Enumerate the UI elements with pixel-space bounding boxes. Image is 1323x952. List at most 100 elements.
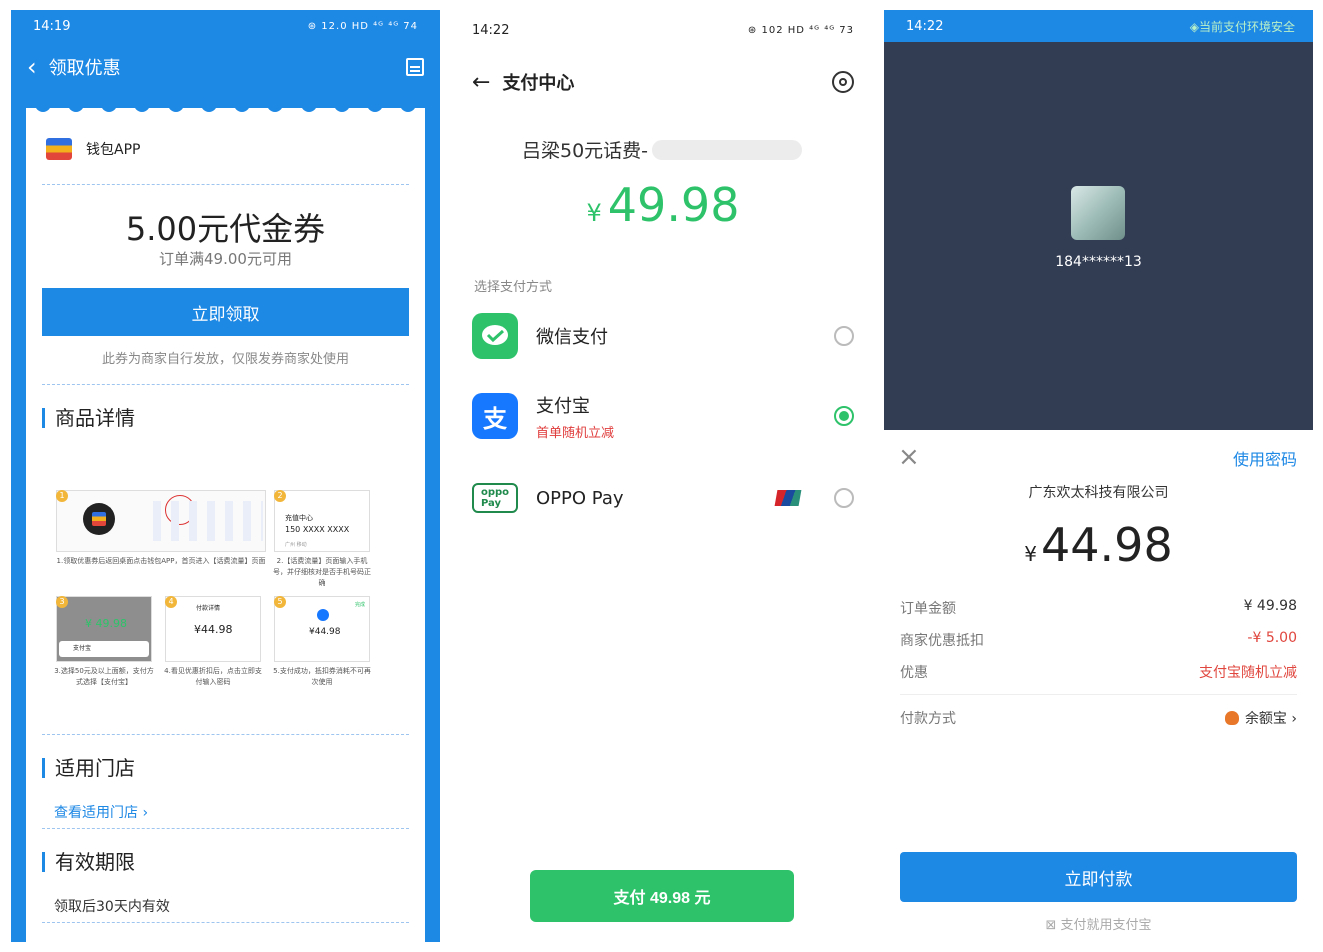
guide-price: ¥ 49.98 xyxy=(85,617,127,630)
guide-heading: 充值中心 xyxy=(285,514,313,522)
guide-caption-4: 4.看见优惠折扣后，点击立即支付输入密码 xyxy=(164,667,262,686)
guide-status: 完成 xyxy=(354,602,365,608)
guide-price: ¥44.98 xyxy=(309,627,341,637)
nav-bar: ← 支付中心 xyxy=(452,50,874,114)
payment-amount: ¥49.98 xyxy=(452,178,874,232)
method-name: 微信支付 xyxy=(536,327,608,348)
payment-method-alipay[interactable]: 支 支付宝 首单随机立减 xyxy=(472,386,854,446)
validity-text: 领取后30天内有效 xyxy=(54,899,170,915)
guide-caption-2: 2.【话费流量】页面输入手机号，并仔细核对是否手机号码正确 xyxy=(273,557,371,587)
oppo-pay-icon: oppo Pay xyxy=(472,483,518,513)
status-bar: 14:22 ◈当前支付环境安全 xyxy=(884,10,1313,42)
payment-method-wechat[interactable]: 微信支付 xyxy=(472,306,854,366)
radio-wechat[interactable] xyxy=(834,326,854,346)
guide-price: ¥44.98 xyxy=(194,623,233,636)
guide-step-5: 5 完成 ¥44.98 xyxy=(274,596,370,662)
status-bar: 14:22 ⊛ 102 HD ⁴ᴳ ⁴ᴳ 73 xyxy=(452,10,874,50)
section-title-stores: 适用门店 xyxy=(42,758,135,778)
footer-brand: ⊠ 支付就用支付宝 xyxy=(884,914,1313,933)
radio-alipay[interactable] xyxy=(834,406,854,426)
divider xyxy=(42,184,409,185)
guide-step-4: 4 付款详情 ¥44.98 xyxy=(165,596,261,662)
footer-text: 支付就用支付宝 xyxy=(1060,918,1152,933)
amount-value: 44.98 xyxy=(1041,518,1173,572)
alipay-icon xyxy=(317,609,329,621)
divider xyxy=(42,922,409,923)
status-time: 14:22 xyxy=(472,22,510,38)
section-title-validity: 有效期限 xyxy=(42,852,135,872)
status-bar: 14:19 ⊛ 12.0 HD ⁴ᴳ ⁴ᴳ 74 xyxy=(11,10,440,42)
status-time: 14:22 xyxy=(906,18,944,34)
step-number: 2 xyxy=(274,490,286,502)
method-section-label: 选择支付方式 xyxy=(474,280,553,295)
coupon-screen: 14:19 ⊛ 12.0 HD ⁴ᴳ ⁴ᴳ 74 ‹ 领取优惠 钱包APP 5.… xyxy=(11,10,440,942)
currency-symbol: ¥ xyxy=(586,199,602,227)
product-name: 吕梁50元话费- xyxy=(522,136,803,163)
background-overlay: 14:22 ◈当前支付环境安全 184******13 xyxy=(884,10,1313,430)
pay-method-value: 余额宝 › xyxy=(1244,711,1297,727)
secure-text: 当前支付环境安全 xyxy=(1198,19,1295,34)
settings-icon[interactable] xyxy=(832,71,854,93)
row-value: ¥ 49.98 xyxy=(1243,598,1297,614)
row-value: -¥ 5.00 xyxy=(1247,630,1297,646)
pay-button[interactable]: 支付 49.98 元 xyxy=(530,870,794,922)
step-number: 3 xyxy=(56,596,68,608)
step-number: 4 xyxy=(165,596,177,608)
merchant-discount-row: 商家优惠抵扣 -¥ 5.00 xyxy=(900,630,1297,650)
guide-caption-5: 5.支付成功，抵扣券消耗不可再次使用 xyxy=(273,667,371,686)
status-time: 14:19 xyxy=(33,18,71,34)
guide-heading: 付款详情 xyxy=(196,605,221,612)
view-stores-link[interactable]: 查看适用门店 › xyxy=(54,802,148,822)
pay-method-row[interactable]: 付款方式 余额宝 › xyxy=(900,708,1297,728)
promotion-row: 优惠 支付宝随机立减 xyxy=(900,662,1297,682)
payment-center-screen: 14:22 ⊛ 102 HD ⁴ᴳ ⁴ᴳ 73 ← 支付中心 吕梁50元话费- … xyxy=(452,10,874,942)
payment-amount: ¥44.98 xyxy=(884,518,1313,572)
unionpay-icon xyxy=(774,490,802,506)
wallet-app-icon xyxy=(46,138,72,160)
alipay-confirm-screen: 14:22 ◈当前支付环境安全 184******13 × 使用密码 广东欢太科… xyxy=(884,10,1313,942)
divider xyxy=(42,734,409,735)
nav-bar: ‹ 领取优惠 xyxy=(11,42,440,92)
alipay-icon: ⊠ xyxy=(1045,918,1061,933)
status-icons: ⊛ 12.0 HD ⁴ᴳ ⁴ᴳ 74 xyxy=(307,20,418,32)
coupon-note: 此券为商家自行发放，仅限发券商家处使用 xyxy=(101,352,349,367)
status-icons: ⊛ 102 HD ⁴ᴳ ⁴ᴳ 73 xyxy=(747,24,854,36)
guide-phone: 150 XXXX XXXX xyxy=(285,525,350,534)
method-name: 支付宝 xyxy=(536,395,590,417)
back-icon[interactable]: ‹ xyxy=(27,53,37,81)
close-icon[interactable]: × xyxy=(898,442,920,472)
row-value: 余额宝 › xyxy=(1224,708,1297,728)
alipay-icon: 支 xyxy=(472,393,518,439)
radio-oppo-pay[interactable] xyxy=(834,488,854,508)
secure-environment-label: ◈当前支付环境安全 xyxy=(1190,18,1295,35)
coupon-amount: 5.00元代金券 xyxy=(125,210,326,248)
card-scallop-edge xyxy=(26,96,425,112)
step-number: 1 xyxy=(56,490,68,502)
wechat-pay-icon xyxy=(472,313,518,359)
coupon-card: 钱包APP 5.00元代金券 订单满49.00元可用 立即领取 此券为商家自行发… xyxy=(26,96,425,942)
page-title: 支付中心 xyxy=(502,73,575,94)
use-password-link[interactable]: 使用密码 xyxy=(1233,446,1297,470)
step-number: 5 xyxy=(274,596,286,608)
wallet-app-icon xyxy=(83,503,115,535)
coupon-condition: 订单满49.00元可用 xyxy=(159,250,292,268)
account-number: 184******13 xyxy=(1055,254,1142,270)
divider xyxy=(42,828,409,829)
page-title: 领取优惠 xyxy=(48,58,121,79)
payment-method-oppo-pay[interactable]: oppo Pay OPPO Pay xyxy=(472,468,854,528)
claim-button[interactable]: 立即领取 xyxy=(42,288,409,336)
product-title: 吕梁50元话费- xyxy=(522,140,649,162)
guide-method: 支付宝 xyxy=(59,641,149,657)
guide-caption-3: 3.选择50元及以上面额，支付方式选择【支付宝】 xyxy=(54,667,154,686)
row-label: 优惠 xyxy=(900,665,928,681)
divider xyxy=(900,694,1297,695)
menu-icon[interactable] xyxy=(406,58,424,76)
row-label: 商家优惠抵扣 xyxy=(900,633,984,649)
shield-icon: ◈ xyxy=(1189,19,1199,34)
amount-value: 49.98 xyxy=(607,178,740,232)
guide-step-3: 3 ¥ 49.98 支付宝 xyxy=(56,596,152,662)
pay-now-button[interactable]: 立即付款 xyxy=(900,852,1297,902)
method-promo: 首单随机立减 xyxy=(536,425,615,441)
row-value: 支付宝随机立减 xyxy=(1199,665,1297,681)
back-icon[interactable]: ← xyxy=(472,70,490,95)
